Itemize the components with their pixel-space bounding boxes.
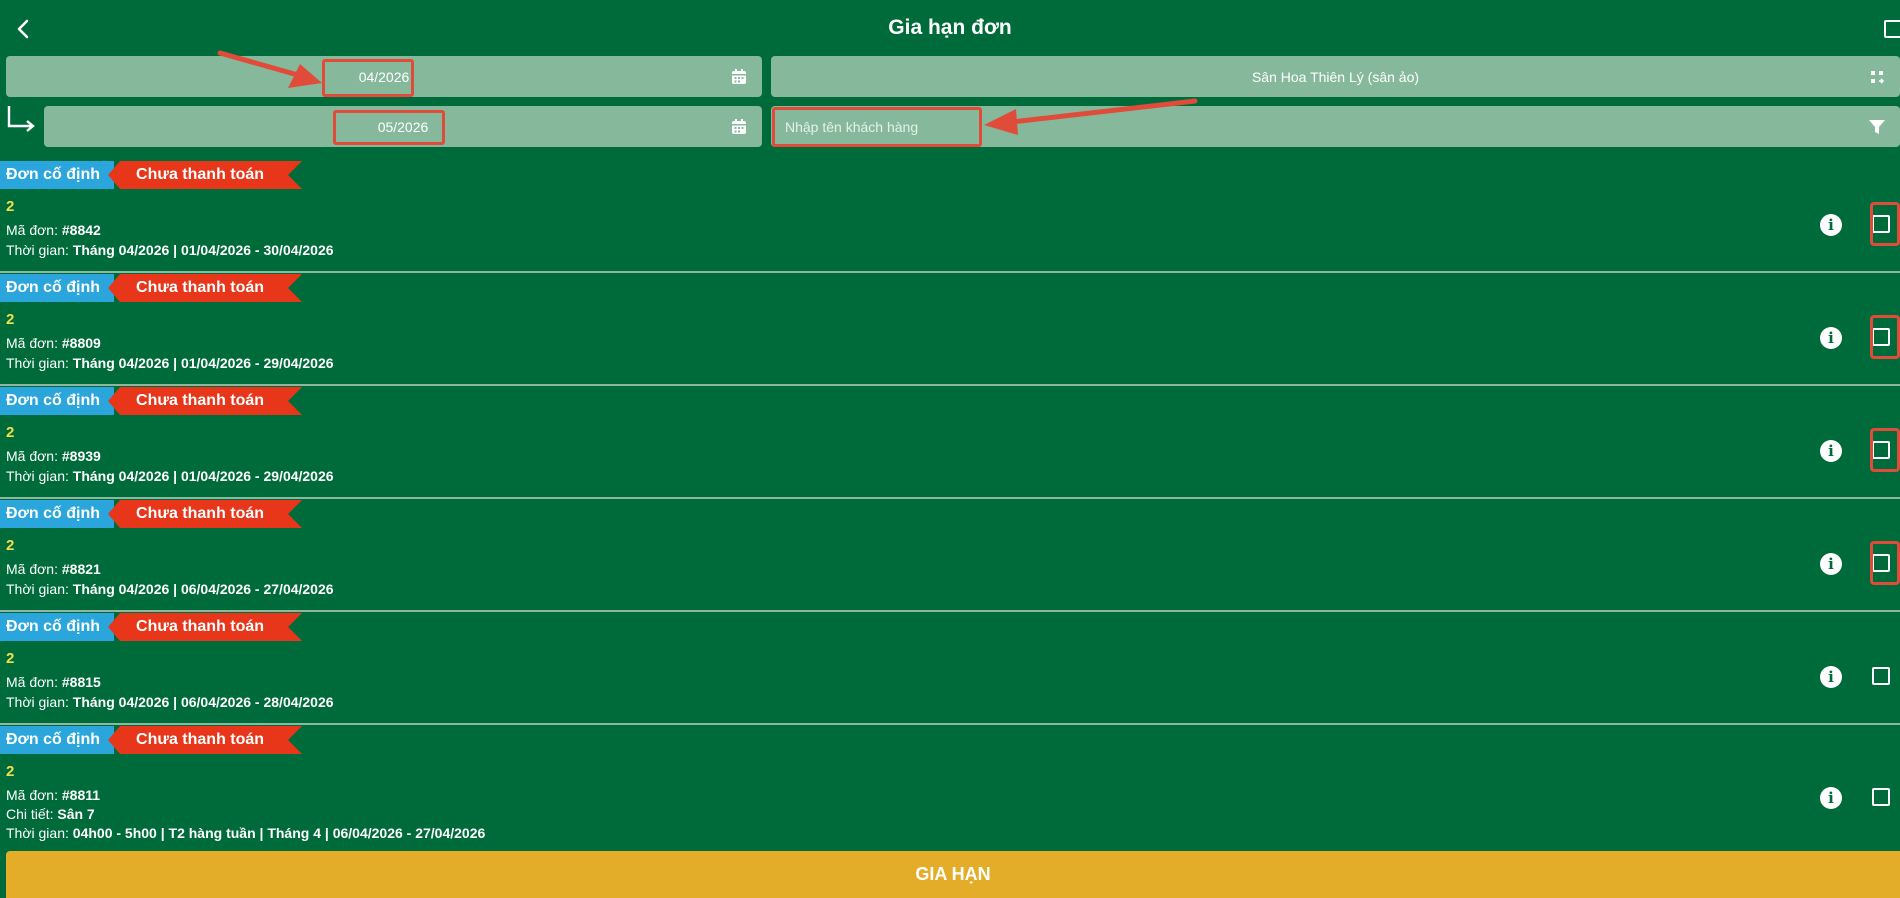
order-time-line: Thời gian: Tháng 04/2026 | 01/04/2026 - … (6, 355, 334, 371)
tag-order-type: Đơn cố định (0, 726, 115, 754)
order-time: Tháng 04/2026 | 06/04/2026 - 27/04/2026 (72, 581, 334, 597)
order-tags: Đơn cố định Chưa thanh toán (0, 160, 302, 190)
order-time-label: Thời gian: (6, 825, 69, 841)
order-detail: Sân 7 (57, 806, 95, 822)
tag-order-type: Đơn cố định (0, 387, 115, 415)
annotation-box-checkbox (1870, 541, 1900, 585)
order-code-label: Mã đơn: (6, 335, 58, 351)
info-icon[interactable]: i (1820, 440, 1842, 462)
info-icon[interactable]: i (1820, 666, 1842, 688)
order-detail-line: Chi tiết: Sân 7 (6, 806, 95, 822)
order-code-label: Mã đơn: (6, 787, 58, 803)
order-time-label: Thời gian: (6, 242, 69, 258)
order-count: 2 (6, 763, 15, 780)
order-code: #8821 (61, 561, 101, 577)
order-code-line: Mã đơn: #8821 (6, 561, 101, 577)
order-tags: Đơn cố định Chưa thanh toán (0, 273, 302, 303)
filter-icon[interactable] (1868, 118, 1886, 136)
order-code-line: Mã đơn: #8939 (6, 448, 101, 464)
order-code: #8842 (61, 222, 101, 238)
order-code-line: Mã đơn: #8809 (6, 335, 101, 351)
tag-payment-status: Chưa thanh toán (108, 274, 302, 302)
order-code-line: Mã đơn: #8842 (6, 222, 101, 238)
order-code-label: Mã đơn: (6, 222, 58, 238)
order-list: Đơn cố định Chưa thanh toán 2 Mã đơn: #8… (0, 160, 1900, 856)
annotation-box-checkbox (1870, 202, 1900, 246)
list-item[interactable]: Đơn cố định Chưa thanh toán 2 Mã đơn: #8… (0, 273, 1900, 386)
list-item[interactable]: Đơn cố định Chưa thanh toán 2 Mã đơn: #8… (0, 160, 1900, 273)
order-code: #8939 (61, 448, 101, 464)
order-code-label: Mã đơn: (6, 448, 58, 464)
annotation-box-customer (772, 107, 982, 147)
app-header: Gia hạn đơn (0, 0, 1900, 56)
tag-payment-status: Chưa thanh toán (108, 387, 302, 415)
order-code-label: Mã đơn: (6, 674, 58, 690)
order-time-label: Thời gian: (6, 355, 69, 371)
calendar-icon (732, 119, 746, 134)
order-code: #8811 (61, 787, 101, 803)
tag-payment-status: Chưa thanh toán (108, 613, 302, 641)
annotation-box-from-month (322, 59, 414, 97)
order-tags: Đơn cố định Chưa thanh toán (0, 386, 302, 416)
venue-value: Sân Hoa Thiên Lý (sân ảo) (1251, 68, 1420, 85)
info-icon[interactable]: i (1820, 787, 1842, 809)
venue-select[interactable]: Sân Hoa Thiên Lý (sân ảo) (771, 56, 1900, 97)
order-time: Tháng 04/2026 | 01/04/2026 - 29/04/2026 (72, 468, 334, 484)
tag-payment-status: Chưa thanh toán (108, 500, 302, 528)
order-time-label: Thời gian: (6, 581, 69, 597)
order-count: 2 (6, 650, 15, 667)
annotation-box-to-month (333, 110, 445, 145)
order-time: Tháng 04/2026 | 01/04/2026 - 30/04/2026 (72, 242, 334, 258)
list-item[interactable]: Đơn cố định Chưa thanh toán 2 Mã đơn: #8… (0, 725, 1900, 856)
order-time-line: Thời gian: Tháng 04/2026 | 06/04/2026 - … (6, 581, 334, 597)
info-icon[interactable]: i (1820, 553, 1842, 575)
info-icon[interactable]: i (1820, 214, 1842, 236)
select-all-checkbox[interactable] (1884, 20, 1900, 38)
order-tags: Đơn cố định Chưa thanh toán (0, 499, 302, 529)
order-code-label: Mã đơn: (6, 561, 58, 577)
tag-order-type: Đơn cố định (0, 161, 115, 189)
order-checkbox[interactable] (1872, 788, 1890, 806)
order-count: 2 (6, 198, 15, 215)
calendar-icon (732, 69, 746, 84)
order-time-line: Thời gian: 04h00 - 5h00 | T2 hàng tuần |… (6, 825, 485, 841)
corner-down-right-icon (7, 106, 35, 132)
order-time-label: Thời gian: (6, 694, 69, 710)
order-time: 04h00 - 5h00 | T2 hàng tuần | Tháng 4 | … (72, 825, 486, 841)
order-code-line: Mã đơn: #8811 (6, 787, 100, 803)
order-time-label: Thời gian: (6, 468, 69, 484)
order-time-line: Thời gian: Tháng 04/2026 | 06/04/2026 - … (6, 694, 334, 710)
tag-order-type: Đơn cố định (0, 613, 115, 641)
list-item[interactable]: Đơn cố định Chưa thanh toán 2 Mã đơn: #8… (0, 386, 1900, 499)
tag-payment-status: Chưa thanh toán (108, 726, 302, 754)
annotation-box-checkbox (1870, 315, 1900, 359)
order-code: #8815 (61, 674, 101, 690)
order-time-line: Thời gian: Tháng 04/2026 | 01/04/2026 - … (6, 242, 334, 258)
order-code-line: Mã đơn: #8815 (6, 674, 101, 690)
order-time-line: Thời gian: Tháng 04/2026 | 01/04/2026 - … (6, 468, 334, 484)
tag-order-type: Đơn cố định (0, 274, 115, 302)
list-item[interactable]: Đơn cố định Chưa thanh toán 2 Mã đơn: #8… (0, 499, 1900, 612)
order-checkbox[interactable] (1872, 667, 1890, 685)
annotation-box-checkbox (1870, 428, 1900, 472)
order-count: 2 (6, 424, 15, 441)
order-count: 2 (6, 537, 15, 554)
order-time: Tháng 04/2026 | 06/04/2026 - 28/04/2026 (72, 694, 334, 710)
order-tags: Đơn cố định Chưa thanh toán (0, 725, 302, 755)
back-button[interactable] (8, 14, 38, 44)
order-detail-label: Chi tiết: (6, 806, 54, 822)
page-title: Gia hạn đơn (888, 16, 1012, 39)
info-icon[interactable]: i (1820, 327, 1842, 349)
order-count: 2 (6, 311, 15, 328)
venue-switch-icon (1871, 71, 1885, 84)
chevron-left-icon (17, 19, 29, 39)
tag-order-type: Đơn cố định (0, 500, 115, 528)
list-item[interactable]: Đơn cố định Chưa thanh toán 2 Mã đơn: #8… (0, 612, 1900, 725)
order-tags: Đơn cố định Chưa thanh toán (0, 612, 302, 642)
order-code: #8809 (61, 335, 101, 351)
extend-button[interactable]: GIA HẠN (6, 851, 1900, 898)
order-time: Tháng 04/2026 | 01/04/2026 - 29/04/2026 (72, 355, 334, 371)
tag-payment-status: Chưa thanh toán (108, 161, 302, 189)
